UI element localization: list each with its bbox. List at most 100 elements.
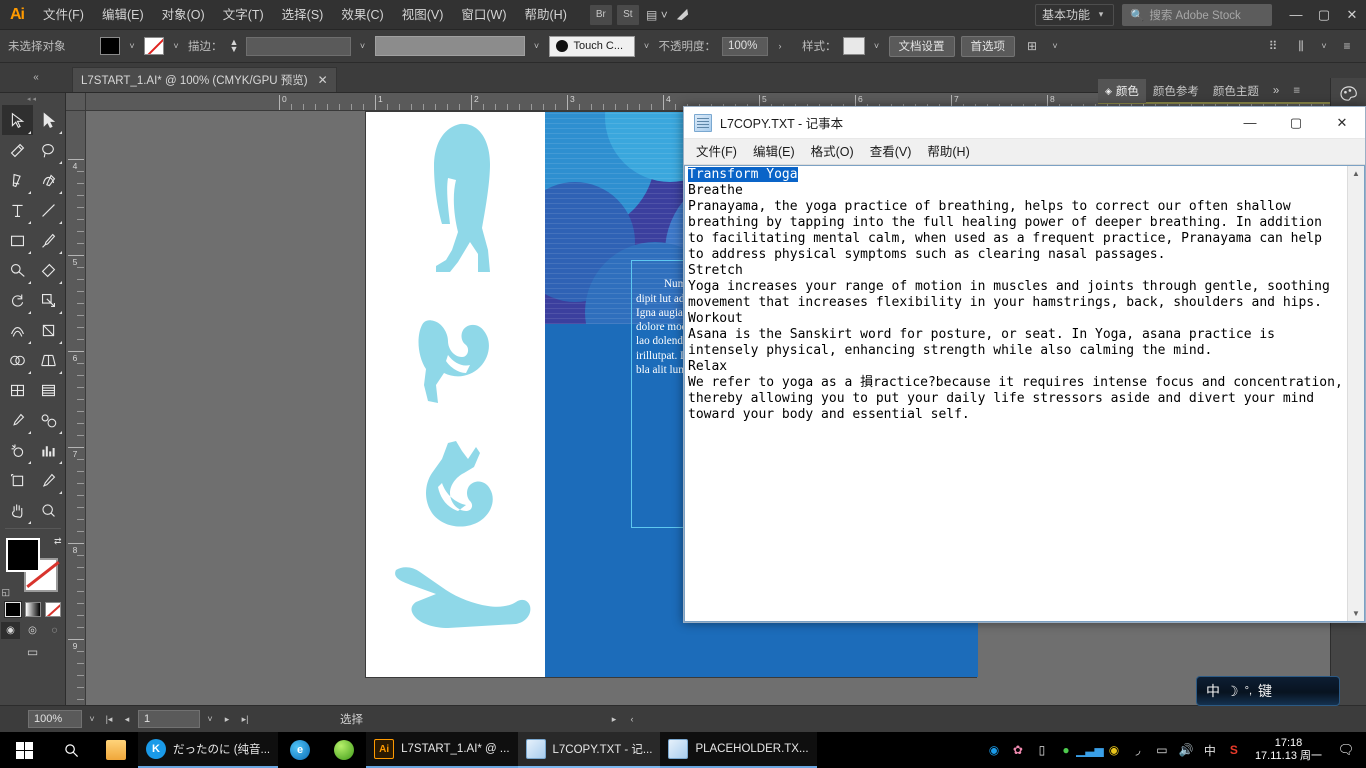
- notepad-menu-view[interactable]: 查看(V): [862, 139, 920, 165]
- style-chevron-icon[interactable]: ˅: [871, 41, 883, 51]
- align-icon[interactable]: ⊞: [1021, 36, 1043, 56]
- ai-minimize-button[interactable]: —: [1282, 0, 1310, 30]
- bridge-icon[interactable]: Br: [589, 4, 612, 25]
- taskbar-illustrator[interactable]: Ai L7START_1.AI* @ ...: [366, 732, 518, 768]
- notepad-menu-format[interactable]: 格式(O): [803, 139, 862, 165]
- tool-perspective-grid[interactable]: [33, 345, 64, 375]
- taskbar-search-button[interactable]: [48, 732, 94, 768]
- signal-bars-icon[interactable]: ▁▃▅: [1076, 732, 1104, 768]
- status-collapse-icon[interactable]: ‹: [625, 714, 639, 724]
- tool-type[interactable]: [2, 195, 33, 225]
- prev-artboard-icon[interactable]: ◂: [120, 714, 134, 725]
- sogou-icon[interactable]: S: [1223, 732, 1245, 768]
- yellow-disc-icon[interactable]: ◉: [1103, 732, 1125, 768]
- tool-rotate[interactable]: [2, 285, 33, 315]
- battery-icon[interactable]: ▭: [1151, 732, 1173, 768]
- last-artboard-icon[interactable]: ▸|: [238, 714, 252, 725]
- tool-shaper[interactable]: [2, 255, 33, 285]
- adobe-stock-search[interactable]: 🔍 搜索 Adobe Stock: [1122, 3, 1272, 26]
- first-artboard-icon[interactable]: |◂: [102, 714, 116, 725]
- flower-icon[interactable]: ✿: [1007, 732, 1029, 768]
- tool-column-graph[interactable]: [33, 435, 64, 465]
- brush-chevron-icon[interactable]: ˅: [641, 41, 653, 51]
- start-button[interactable]: [0, 732, 48, 768]
- stock-icon[interactable]: St: [616, 4, 639, 25]
- align-chevron-icon[interactable]: ˅: [1049, 41, 1061, 51]
- tool-free-transform[interactable]: [33, 315, 64, 345]
- distribute-chevron-icon[interactable]: ˅: [1318, 41, 1330, 51]
- tool-blend[interactable]: [33, 405, 64, 435]
- tool-direct-selection[interactable]: [33, 105, 64, 135]
- zoom-level-input[interactable]: 100%: [28, 710, 82, 728]
- brush-definition-select[interactable]: Touch C...: [548, 35, 635, 57]
- stock-rocket-icon[interactable]: [670, 4, 696, 26]
- tool-curvature[interactable]: [33, 165, 64, 195]
- wechat-icon[interactable]: ●: [1055, 732, 1077, 768]
- notification-icon[interactable]: 🗨: [1332, 732, 1360, 768]
- vertical-ruler[interactable]: 4567891011: [66, 111, 86, 705]
- notepad-menu-file[interactable]: 文件(F): [688, 139, 745, 165]
- ime-punctuation-icon[interactable]: °,: [1245, 685, 1252, 697]
- color-mode-gradient[interactable]: [24, 602, 41, 617]
- notepad-titlebar[interactable]: L7COPY.TXT - 记事本 — ▢ ✕: [684, 107, 1365, 139]
- notepad-text-content[interactable]: Transform Yoga Breathe Pranayama, the yog…: [685, 166, 1347, 621]
- taskbar-kugou-music[interactable]: K だったのに (纯音...: [138, 732, 279, 768]
- artboard-number-input[interactable]: 1: [138, 710, 200, 728]
- ai-maximize-button[interactable]: ▢: [1310, 0, 1338, 30]
- tool-symbol-sprayer[interactable]: [2, 435, 33, 465]
- stroke-weight-input[interactable]: [245, 36, 351, 56]
- zoom-chevron-icon[interactable]: ˅: [86, 714, 98, 724]
- screen-mode-icon[interactable]: ▭: [27, 645, 38, 659]
- stroke-weight-chevron-icon[interactable]: ˅: [357, 41, 369, 51]
- menu-object[interactable]: 对象(O): [153, 0, 214, 30]
- fill-color-indicator[interactable]: [5, 538, 40, 572]
- opacity-input[interactable]: 100%: [722, 36, 768, 56]
- menu-effect[interactable]: 效果(C): [332, 0, 392, 30]
- tool-scale[interactable]: [33, 285, 64, 315]
- ruler-corner[interactable]: [66, 93, 86, 111]
- document-setup-button[interactable]: 文档设置: [888, 35, 955, 57]
- workspace-switcher[interactable]: 基本功能 ▾: [1034, 3, 1114, 26]
- preferences-button[interactable]: 首选项: [960, 35, 1015, 57]
- notepad-scrollbar[interactable]: ▲ ▼: [1347, 166, 1364, 621]
- taskbar-clock[interactable]: 17:18 17.11.13 周一: [1247, 737, 1330, 763]
- tool-line-segment[interactable]: [33, 195, 64, 225]
- moon-icon[interactable]: ☽: [1226, 683, 1239, 700]
- notepad-menu-help[interactable]: 帮助(H): [919, 139, 977, 165]
- tool-pen[interactable]: [2, 165, 33, 195]
- taskbar-notepad-l7copy[interactable]: L7COPY.TXT - 记...: [517, 732, 661, 768]
- tool-eraser[interactable]: [33, 255, 64, 285]
- fill-chevron-icon[interactable]: ˅: [126, 41, 138, 51]
- transform-grid-icon[interactable]: ⠿: [1262, 36, 1284, 56]
- tab-color-themes[interactable]: 颜色主题: [1206, 79, 1266, 103]
- notepad-maximize-button[interactable]: ▢: [1273, 107, 1319, 138]
- wifi-icon[interactable]: ◞: [1127, 732, 1149, 768]
- fill-color-swatch[interactable]: [100, 37, 120, 55]
- tab-color[interactable]: ◈ 颜色: [1098, 79, 1146, 103]
- ime-keyboard-icon[interactable]: 键: [1258, 681, 1272, 701]
- default-fill-stroke-icon[interactable]: ◱: [2, 587, 11, 598]
- taskbar-green-browser[interactable]: [322, 732, 366, 768]
- tool-selection[interactable]: [1, 105, 33, 135]
- menu-edit[interactable]: 编辑(E): [93, 0, 153, 30]
- swap-fill-stroke-icon[interactable]: ⇄: [54, 536, 62, 547]
- opacity-chevron-icon[interactable]: ›: [774, 41, 786, 51]
- ime-mode-chinese[interactable]: 中: [1206, 681, 1220, 701]
- width-profile-chevron-icon[interactable]: ˅: [531, 41, 543, 51]
- tool-paintbrush[interactable]: [33, 225, 64, 255]
- menu-select[interactable]: 选择(S): [273, 0, 333, 30]
- graphic-style-swatch[interactable]: [842, 37, 865, 55]
- notepad-window[interactable]: L7COPY.TXT - 记事本 — ▢ ✕ 文件(F) 编辑(E) 格式(O)…: [683, 106, 1366, 623]
- tool-slice[interactable]: [33, 465, 64, 495]
- arrange-documents-icon[interactable]: ▤ ˅: [644, 4, 670, 26]
- menu-file[interactable]: 文件(F): [34, 0, 93, 30]
- tool-gradient[interactable]: [33, 375, 64, 405]
- color-mode-solid[interactable]: [3, 601, 22, 618]
- panel-collapse-icon[interactable]: «: [0, 62, 72, 92]
- tool-artboard[interactable]: [2, 465, 33, 495]
- stroke-color-swatch[interactable]: [144, 37, 164, 55]
- stroke-spinner-icon[interactable]: ▲ ▼: [229, 38, 240, 54]
- distribute-icon[interactable]: ⫼: [1290, 36, 1312, 56]
- tool-lasso[interactable]: [33, 135, 64, 165]
- taskbar-file-explorer[interactable]: [94, 732, 138, 768]
